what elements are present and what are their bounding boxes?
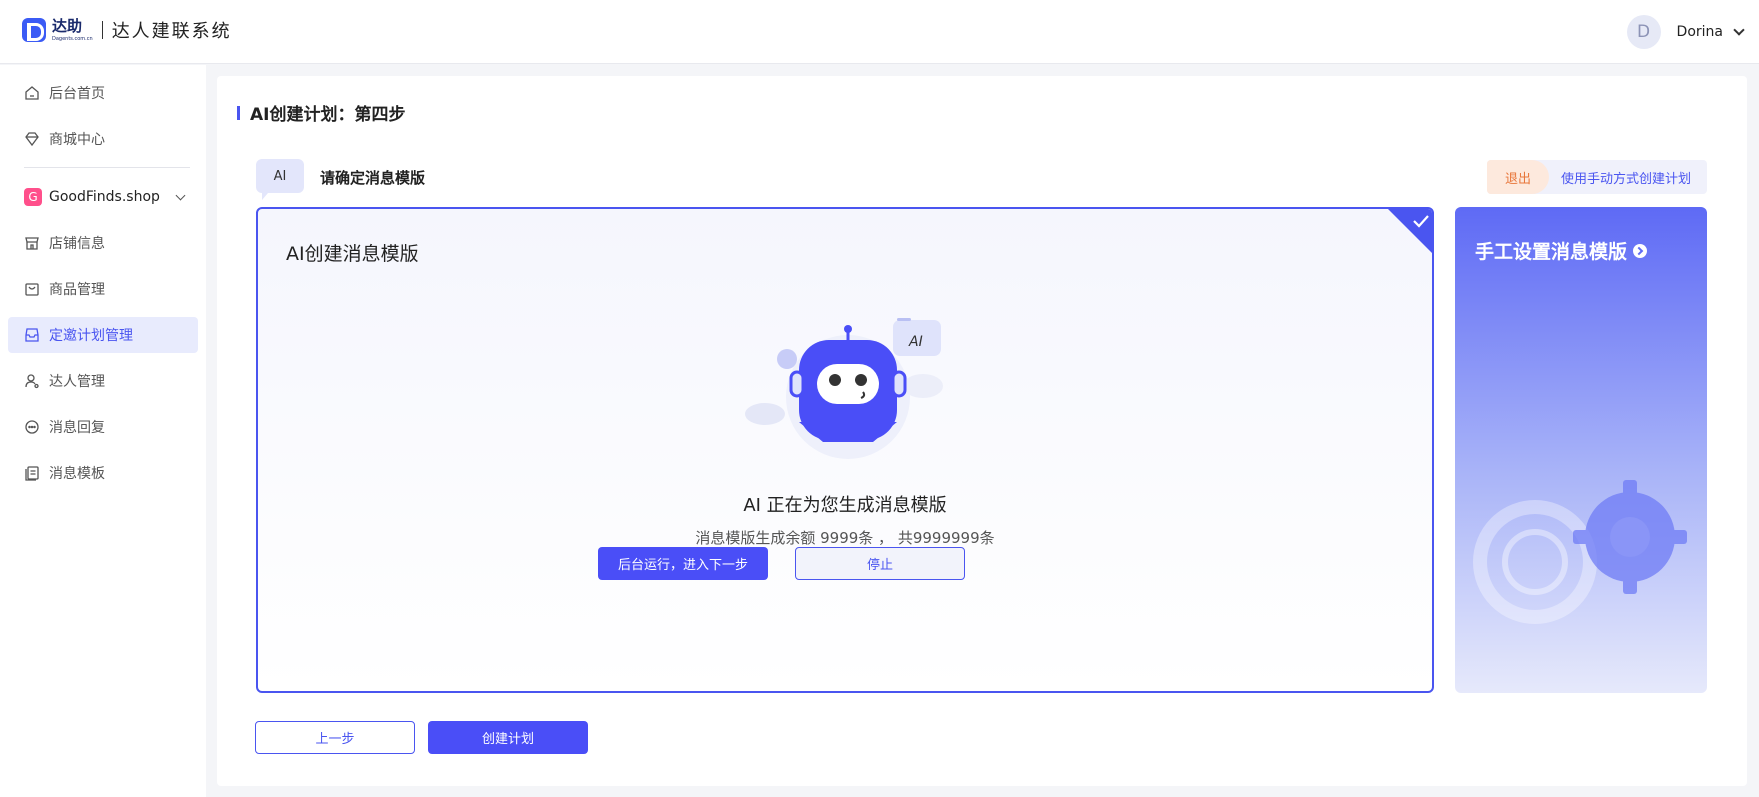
logo-divider bbox=[101, 21, 103, 39]
system-title: 达人建联系统 bbox=[111, 21, 232, 42]
ai-badge: AI bbox=[256, 159, 304, 200]
chat-icon bbox=[24, 419, 40, 435]
manual-template-card[interactable]: 手工设置消息模版 bbox=[1455, 207, 1707, 693]
logo[interactable]: 达助 Dagents.com.cn 达人建联系统 bbox=[22, 17, 232, 43]
sidebar-item-label: 商城中心 bbox=[49, 132, 105, 148]
sidebar-item-label: 商品管理 bbox=[49, 282, 105, 298]
sidebar-item-label: 达人管理 bbox=[49, 374, 105, 390]
logo-mark-icon bbox=[22, 18, 46, 42]
step-label: 请确定消息模版 bbox=[320, 169, 426, 187]
prev-step-button[interactable]: 上一步 bbox=[255, 721, 415, 754]
stop-button[interactable]: 停止 bbox=[795, 547, 965, 580]
sidebar-item-label: 后台首页 bbox=[49, 86, 105, 102]
sidebar-item-templates[interactable]: 消息模板 bbox=[8, 455, 198, 491]
robot-illustration: AI bbox=[743, 314, 953, 464]
generating-status: AI 正在为您生成消息模版 bbox=[743, 495, 947, 516]
inbox-icon bbox=[24, 327, 40, 343]
logo-domain: Dagents.com.cn bbox=[52, 35, 93, 42]
arrow-right-icon bbox=[1633, 243, 1648, 258]
avatar[interactable]: D bbox=[1626, 15, 1661, 49]
logo-name: 达助 bbox=[52, 16, 83, 35]
quota-text: 消息模版生成余额 9999条 ， 共9999999条 bbox=[695, 529, 995, 547]
sidebar-item-label: 定邀计划管理 bbox=[49, 328, 133, 344]
sidebar-item-label: 消息模板 bbox=[49, 466, 105, 482]
top-header: 达助 Dagents.com.cn 达人建联系统 D Dorina bbox=[0, 0, 1759, 64]
sidebar-item-invite-plans[interactable]: 定邀计划管理 bbox=[8, 317, 198, 353]
ai-card-title: AI创建消息模版 bbox=[286, 243, 419, 265]
title-accent-bar bbox=[237, 105, 240, 120]
chevron-down-icon[interactable] bbox=[175, 190, 186, 201]
background-run-button[interactable]: 后台运行，进入下一步 bbox=[598, 547, 768, 580]
sidebar-item-replies[interactable]: 消息回复 bbox=[8, 409, 198, 445]
main-panel: AI创建计划：第四步 AI 请确定消息模版 退出 使用手动方式创建计划 AI创建… bbox=[217, 76, 1747, 786]
bag-icon bbox=[24, 281, 40, 297]
user-name[interactable]: Dorina bbox=[1677, 24, 1723, 40]
sidebar: 后台首页 商城中心 G GoodFinds.shop 店铺信息 商品管理 定邀计… bbox=[0, 65, 206, 797]
sidebar-shop-selector[interactable]: G GoodFinds.shop bbox=[8, 179, 198, 215]
home-icon bbox=[24, 85, 40, 101]
diamond-icon bbox=[24, 131, 40, 147]
user-menu[interactable]: D Dorina bbox=[1626, 15, 1745, 49]
page-title: AI创建计划：第四步 bbox=[237, 100, 405, 125]
shop-badge: G bbox=[24, 188, 42, 206]
sidebar-item-mall[interactable]: 商城中心 bbox=[8, 121, 198, 157]
document-icon bbox=[24, 465, 40, 481]
exit-button[interactable]: 退出 bbox=[1486, 160, 1549, 194]
user-icon bbox=[24, 373, 40, 389]
sidebar-item-creators[interactable]: 达人管理 bbox=[8, 363, 198, 399]
sidebar-item-label: 消息回复 bbox=[49, 420, 105, 436]
sidebar-item-home[interactable]: 后台首页 bbox=[8, 75, 198, 111]
manual-card-title-text: 手工设置消息模版 bbox=[1475, 241, 1628, 263]
selected-check-icon bbox=[1388, 209, 1432, 253]
ai-template-card[interactable]: AI创建消息模版 AI AI 正在为您生成消息模版 消息模版生成余额 9999条… bbox=[256, 207, 1434, 693]
sidebar-divider bbox=[24, 167, 190, 168]
header-actions: 退出 使用手动方式创建计划 bbox=[1486, 160, 1707, 194]
chevron-down-icon[interactable] bbox=[1733, 24, 1745, 36]
sidebar-item-store-info[interactable]: 店铺信息 bbox=[8, 225, 198, 261]
gears-illustration bbox=[1473, 480, 1687, 624]
store-icon bbox=[24, 235, 40, 251]
sidebar-item-products[interactable]: 商品管理 bbox=[8, 271, 198, 307]
page-title-text: AI创建计划：第四步 bbox=[250, 105, 406, 125]
manual-card-title: 手工设置消息模版 bbox=[1475, 237, 1648, 264]
sidebar-item-label: 店铺信息 bbox=[49, 236, 105, 252]
create-plan-button[interactable]: 创建计划 bbox=[428, 721, 588, 754]
shop-name: GoodFinds.shop bbox=[49, 189, 160, 205]
manual-create-link[interactable]: 使用手动方式创建计划 bbox=[1549, 168, 1707, 187]
svg-text:AI: AI bbox=[908, 334, 923, 350]
